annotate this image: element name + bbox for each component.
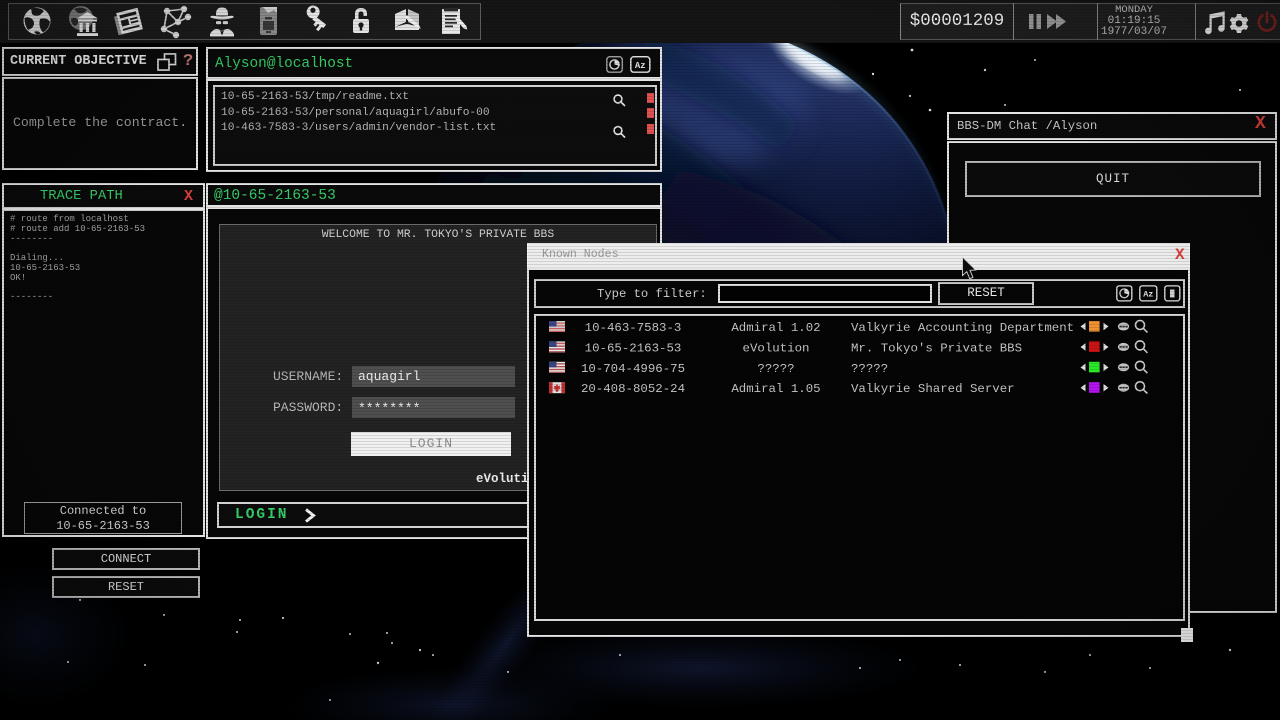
svg-text:Mr. Tokyo's Private BBS: Mr. Tokyo's Private BBS	[851, 341, 1022, 355]
svg-text:Az: Az	[1143, 290, 1153, 300]
svg-text:Valkyrie Shared Server: Valkyrie Shared Server	[851, 382, 1015, 396]
svg-text:10-65-2163-53: 10-65-2163-53	[585, 341, 682, 355]
svg-text:?????: ?????	[757, 362, 794, 376]
svg-text:eVolution: eVolution	[743, 341, 810, 355]
svg-text:20-408-8052-24: 20-408-8052-24	[581, 382, 685, 396]
svg-text:?????: ?????	[851, 362, 888, 376]
svg-text:Admiral 1.02: Admiral 1.02	[731, 321, 820, 335]
svg-text:Valkyrie Accounting Department: Valkyrie Accounting Department	[851, 321, 1074, 335]
svg-text:Az: Az	[635, 61, 646, 71]
svg-text:Admiral 1.05: Admiral 1.05	[731, 382, 820, 396]
svg-text:10-704-4996-75: 10-704-4996-75	[581, 362, 685, 376]
svg-text:10-463-7583-3: 10-463-7583-3	[585, 321, 682, 335]
